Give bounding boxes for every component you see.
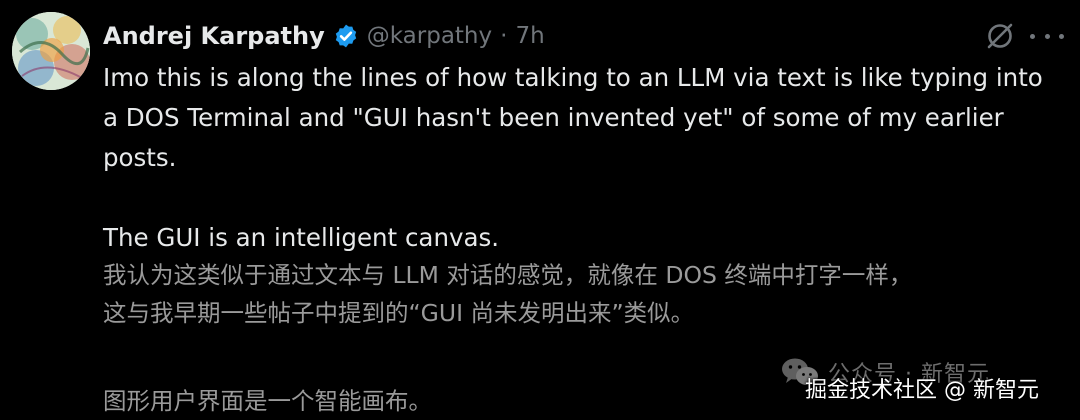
tweet-line: The GUI is an intelligent canvas.	[103, 223, 500, 252]
grok-icon[interactable]	[984, 20, 1016, 52]
watermark-bottom-text: 掘金技术社区 @ 新智元	[805, 378, 1039, 403]
more-icon[interactable]	[1030, 22, 1064, 50]
tweet-line: a DOS Terminal and "GUI hasn't been inve…	[103, 103, 1004, 132]
avatar[interactable]	[12, 12, 90, 90]
tweet-text: Imo this is along the lines of how talki…	[103, 58, 1043, 258]
timestamp[interactable]: 7h	[515, 23, 544, 49]
tweet-header: Andrej Karpathy @karpathy · 7h	[103, 18, 950, 54]
tweet-line: posts.	[103, 143, 177, 172]
author-handle[interactable]: @karpathy	[367, 23, 492, 49]
header-separator: ·	[500, 23, 508, 49]
tweet-line: Imo this is along the lines of how talki…	[103, 63, 1043, 92]
verified-badge-icon	[333, 23, 359, 49]
translation-line: 我认为这类似于通过文本与 LLM 对话的感觉，就像在 DOS 终端中打字一样，	[103, 261, 913, 289]
translation-line: 这与我早期一些帖子中提到的“GUI 尚未发明出来”类似。	[103, 299, 695, 327]
author-name[interactable]: Andrej Karpathy	[103, 22, 325, 50]
avatar-image	[12, 12, 90, 90]
